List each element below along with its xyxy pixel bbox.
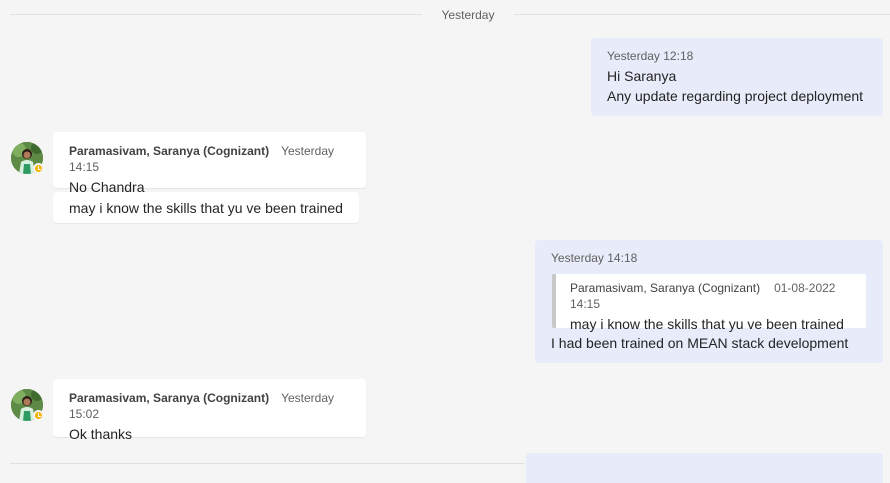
quote-text: may i know the skills that yu ve been tr… bbox=[570, 316, 844, 332]
incoming-message[interactable]: Paramasivam, Saranya (Cognizant) Yesterda… bbox=[53, 379, 366, 442]
sender-name: Paramasivam, Saranya (Cognizant) bbox=[69, 391, 270, 405]
message-text: I had been trained on MEAN stack develop… bbox=[551, 335, 849, 351]
outgoing-message[interactable]: Yesterday 12:18 Hi Saranya Any update re… bbox=[591, 38, 883, 116]
message-text: Ok thanks bbox=[69, 426, 133, 442]
divider-line-left bbox=[10, 14, 422, 15]
clock-away-icon bbox=[33, 163, 44, 174]
divider-label: Yesterday bbox=[441, 8, 495, 22]
incoming-message[interactable]: Paramasivam, Saranya (Cognizant) Yesterda… bbox=[53, 132, 366, 195]
outgoing-message-partial[interactable] bbox=[526, 453, 883, 483]
quote-sender: Paramasivam, Saranya (Cognizant) bbox=[570, 281, 761, 295]
message-header: Paramasivam, Saranya (Cognizant) Yesterda… bbox=[69, 143, 350, 175]
clock-away-icon bbox=[33, 410, 44, 421]
message-text: may i know the skills that yu ve been tr… bbox=[69, 200, 343, 216]
quote-header: Paramasivam, Saranya (Cognizant) 01-08-20… bbox=[570, 280, 866, 312]
message-text-line: Any update regarding project deployment bbox=[607, 88, 864, 104]
message-text-line: Hi Saranya bbox=[607, 68, 677, 84]
quoted-message[interactable]: Paramasivam, Saranya (Cognizant) 01-08-20… bbox=[552, 274, 866, 332]
bottom-separator bbox=[10, 463, 524, 464]
message-timestamp: Yesterday 14:18 bbox=[551, 251, 638, 265]
incoming-message-continuation[interactable]: may i know the skills that yu ve been tr… bbox=[53, 192, 359, 223]
message-timestamp: Yesterday 12:18 bbox=[607, 49, 694, 63]
message-header: Paramasivam, Saranya (Cognizant) Yesterda… bbox=[69, 390, 350, 422]
sender-name: Paramasivam, Saranya (Cognizant) bbox=[69, 144, 270, 158]
divider-line-right bbox=[514, 14, 890, 15]
